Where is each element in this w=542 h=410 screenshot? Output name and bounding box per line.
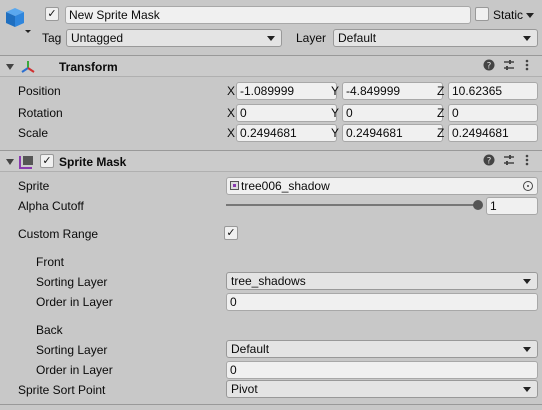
back-order-label: Order in Layer: [36, 363, 113, 377]
rotation-z-field[interactable]: 0: [448, 104, 538, 122]
custom-range-checkbox[interactable]: ✓: [224, 226, 238, 240]
transform-title: Transform: [59, 60, 118, 74]
presets-icon[interactable]: [503, 154, 515, 169]
kebab-menu-icon[interactable]: [525, 154, 529, 169]
tag-dropdown[interactable]: Untagged: [66, 29, 282, 47]
back-sorting-layer-dropdown[interactable]: Default: [226, 340, 538, 358]
transform-icon: [20, 59, 36, 75]
bottom-divider: [0, 404, 542, 405]
rotation-y-label[interactable]: Y: [331, 106, 339, 120]
sprite-label: Sprite: [18, 179, 50, 193]
static-label: Static: [493, 8, 524, 22]
alpha-cutoff-label: Alpha Cutoff: [18, 199, 84, 213]
front-order-field[interactable]: 0: [226, 293, 538, 311]
front-label: Front: [36, 255, 65, 269]
foldout-arrow-icon[interactable]: [6, 64, 14, 70]
layer-label: Layer: [296, 31, 327, 45]
front-order-label: Order in Layer: [36, 295, 113, 309]
foldout-arrow-icon[interactable]: [6, 159, 14, 165]
scale-label: Scale: [18, 126, 49, 140]
static-dropdown-arrow[interactable]: [526, 13, 534, 18]
chevron-down-icon: [523, 387, 531, 392]
gameobject-icon[interactable]: [5, 6, 31, 34]
sprite-mask-enabled-checkbox[interactable]: ✓: [40, 154, 54, 168]
position-y-label[interactable]: Y: [331, 84, 339, 98]
chevron-down-icon: [523, 347, 531, 352]
position-z-label[interactable]: Z: [437, 84, 444, 98]
scale-y-label[interactable]: Y: [331, 126, 339, 140]
chevron-down-icon: [267, 36, 275, 41]
static-checkbox[interactable]: [475, 7, 489, 21]
sprite-mask-icon: [18, 154, 36, 170]
rotation-x-field[interactable]: 0: [236, 104, 337, 122]
sprite-mask-title: Sprite Mask: [59, 155, 127, 169]
rotation-z-label[interactable]: Z: [437, 106, 444, 120]
front-sorting-layer-label: Sorting Layer: [36, 275, 108, 289]
sprite-value: tree006_shadow: [241, 179, 330, 193]
rotation-y-field[interactable]: 0: [342, 104, 443, 122]
svg-text:?: ?: [487, 157, 492, 167]
layer-value: Default: [338, 31, 377, 45]
rotation-label: Rotation: [18, 106, 63, 120]
chevron-down-icon: [523, 36, 531, 41]
sprite-mask-header[interactable]: ✓ Sprite Mask ?: [0, 150, 542, 172]
position-y-field[interactable]: -4.849999: [342, 82, 443, 100]
alpha-cutoff-field[interactable]: 1: [486, 197, 538, 215]
position-x-field[interactable]: -1.089999: [236, 82, 337, 100]
sprite-object-field[interactable]: tree006_shadow: [226, 177, 538, 195]
layer-dropdown[interactable]: Default: [333, 29, 538, 47]
transform-header[interactable]: Transform ?: [0, 55, 542, 77]
front-sorting-layer-value: tree_shadows: [231, 274, 306, 288]
alpha-cutoff-slider[interactable]: [226, 198, 484, 212]
presets-icon[interactable]: [503, 59, 515, 74]
sprite-sort-point-dropdown[interactable]: Pivot: [226, 380, 538, 398]
sprite-sort-point-label: Sprite Sort Point: [18, 383, 106, 397]
back-sorting-layer-value: Default: [231, 342, 270, 356]
back-sorting-layer-label: Sorting Layer: [36, 343, 108, 357]
object-name-field[interactable]: New Sprite Mask: [65, 6, 471, 24]
scale-x-field[interactable]: 0.2494681: [236, 124, 337, 142]
help-icon[interactable]: ?: [483, 59, 495, 74]
help-icon[interactable]: ?: [483, 154, 495, 169]
tag-value: Untagged: [71, 31, 124, 45]
svg-text:?: ?: [487, 62, 492, 72]
sprite-sort-point-value: Pivot: [231, 382, 258, 396]
active-checkbox[interactable]: ✓: [45, 7, 59, 21]
back-label: Back: [36, 323, 63, 337]
position-label: Position: [18, 84, 61, 98]
tag-label: Tag: [42, 31, 62, 45]
front-sorting-layer-dropdown[interactable]: tree_shadows: [226, 272, 538, 290]
slider-thumb[interactable]: [473, 200, 483, 210]
slider-track: [226, 204, 478, 206]
back-order-field[interactable]: 0: [226, 361, 538, 379]
scale-z-field[interactable]: 0.2494681: [448, 124, 538, 142]
sprite-asset-icon: [230, 181, 239, 190]
rotation-x-label[interactable]: X: [227, 106, 235, 120]
position-z-field[interactable]: 10.62365: [448, 82, 538, 100]
chevron-down-icon: [523, 279, 531, 284]
kebab-menu-icon[interactable]: [525, 59, 529, 74]
scale-z-label[interactable]: Z: [437, 126, 444, 140]
scale-y-field[interactable]: 0.2494681: [342, 124, 443, 142]
object-picker-icon[interactable]: [523, 181, 533, 191]
scale-x-label[interactable]: X: [227, 126, 235, 140]
custom-range-label: Custom Range: [18, 227, 99, 241]
position-x-label[interactable]: X: [227, 84, 235, 98]
